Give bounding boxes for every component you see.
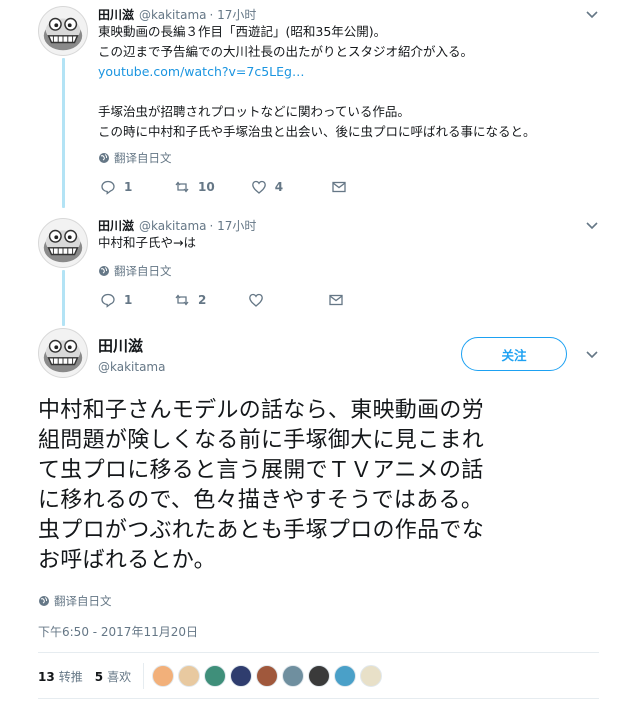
tweet-link[interactable]: youtube.com/watch?v=7c5LEg… <box>98 62 536 82</box>
globe-icon <box>98 265 110 277</box>
author-handle[interactable]: @kakitama <box>139 8 206 22</box>
translate-label: 翻译自日文 <box>114 151 172 165</box>
tweet-time[interactable]: · 17小时 <box>210 8 257 22</box>
message-icon <box>331 179 347 195</box>
tweet-stats: 13 转推 5 喜欢 <box>38 663 386 689</box>
like-stat[interactable]: 5 喜欢 <box>95 668 131 685</box>
tweet-time[interactable]: · 17小时 <box>210 219 257 233</box>
avatar[interactable] <box>38 6 88 56</box>
translate-link[interactable]: 翻译自日文 <box>38 593 112 609</box>
tweet-line: この辺まで予告編での大川社長の出たがりとスタジオ紹介が入る。 <box>98 44 474 59</box>
liker-avatar[interactable] <box>230 665 253 687</box>
main-tweet-text: 中村和子さんモデルの話なら、東映動画の労 組問題が険しくなる前に手塚御大に見こま… <box>38 396 484 576</box>
retweet-icon <box>174 292 190 308</box>
retweet-button[interactable]: 10 <box>174 179 215 195</box>
tweet-line: 虫プロがつぶれたあとも手塚プロの作品でな <box>38 518 485 543</box>
liker-avatar[interactable] <box>152 665 175 687</box>
tweet-actions: 1 2 <box>100 292 388 308</box>
reply-button[interactable]: 1 <box>100 179 138 195</box>
message-button[interactable] <box>331 179 355 195</box>
author-name[interactable]: 田川滋 <box>98 219 134 233</box>
like-icon <box>251 179 267 195</box>
tweet-text: 中村和子氏や→は <box>98 233 196 253</box>
translate-label: 翻译自日文 <box>114 264 172 278</box>
reply-button[interactable]: 1 <box>100 292 138 308</box>
thread-line <box>62 58 65 208</box>
tweet-line: 中村和子氏や→は <box>98 235 196 250</box>
liker-avatar[interactable] <box>334 665 357 687</box>
translate-link[interactable]: 翻译自日文 <box>98 263 172 279</box>
divider <box>143 663 145 689</box>
translate-label: 翻译自日文 <box>54 594 112 608</box>
liker-avatar[interactable] <box>256 665 279 687</box>
like-count: 4 <box>274 180 284 194</box>
author-name[interactable]: 田川滋 <box>98 335 143 356</box>
translate-link[interactable]: 翻译自日文 <box>98 150 172 166</box>
liker-avatar[interactable] <box>204 665 227 687</box>
reply-icon <box>100 179 116 195</box>
tweet-header: 田川滋 @kakitama · 17小时 <box>98 6 256 23</box>
reply-icon <box>100 292 116 308</box>
tweet-line: お呼ばれるとか。 <box>38 548 216 573</box>
message-button[interactable] <box>328 292 352 308</box>
chevron-down-icon[interactable] <box>584 217 600 233</box>
tweet-line: 組問題が険しくなる前に手塚御大に見こまれ <box>38 428 485 453</box>
retweet-total: 13 <box>38 669 55 684</box>
like-button[interactable] <box>248 292 286 308</box>
tweet-line: に移れるので、色々描きやすそうではある。 <box>38 488 484 513</box>
tweet-header: 田川滋 @kakitama · 17小时 <box>98 217 256 234</box>
avatar[interactable] <box>38 328 88 378</box>
tweet-line: 東映動画の長編３作目「西遊記」(昭和35年公開)。 <box>98 24 387 39</box>
tweet-timestamp[interactable]: 下午6:50 - 2017年11月20日 <box>38 623 198 640</box>
liker-avatar[interactable] <box>308 665 331 687</box>
retweet-icon <box>174 179 190 195</box>
like-stat-label: 喜欢 <box>107 669 132 684</box>
retweet-stat-label: 转推 <box>58 669 83 684</box>
reply-count: 1 <box>124 293 133 307</box>
liker-avatar[interactable] <box>178 665 201 687</box>
author-handle[interactable]: @kakitama <box>98 360 165 374</box>
liker-avatar[interactable] <box>360 665 383 687</box>
retweet-count: 10 <box>198 180 215 194</box>
tweet-actions: 1 10 4 <box>100 179 391 195</box>
reply-count: 1 <box>124 180 133 194</box>
liker-avatars <box>152 665 386 687</box>
like-icon <box>248 292 264 308</box>
tweet-line <box>98 82 536 102</box>
chevron-down-icon[interactable] <box>584 346 600 362</box>
like-button[interactable]: 4 <box>251 179 289 195</box>
thread-line <box>62 270 65 326</box>
like-total: 5 <box>94 669 104 684</box>
message-icon <box>328 292 344 308</box>
divider <box>38 652 599 653</box>
globe-icon <box>38 595 50 607</box>
divider <box>38 698 599 699</box>
globe-icon <box>98 152 110 164</box>
follow-button[interactable]: 关注 <box>461 337 567 371</box>
chevron-down-icon[interactable] <box>584 6 600 22</box>
tweet-text: 東映動画の長編３作目「西遊記」(昭和35年公開)。 この辺まで予告編での大川社長… <box>98 22 536 142</box>
tweet-line: この時に中村和子氏や手塚治虫と出会い、後に虫プロに呼ばれる事になると。 <box>98 124 536 139</box>
retweet-stat[interactable]: 13 转推 <box>38 668 83 685</box>
author-name[interactable]: 田川滋 <box>98 8 134 22</box>
tweet-line: 手塚治虫が招聘されプロットなどに関わっている作品。 <box>98 104 410 119</box>
author-handle[interactable]: @kakitama <box>139 219 206 233</box>
retweet-button[interactable]: 2 <box>174 292 212 308</box>
liker-avatar[interactable] <box>282 665 305 687</box>
tweet-line: 中村和子さんモデルの話なら、東映動画の労 <box>38 398 485 423</box>
tweet-line: て虫プロに移ると言う展開でＴＶアニメの話 <box>38 458 484 483</box>
avatar[interactable] <box>38 218 88 268</box>
retweet-count: 2 <box>198 293 207 307</box>
